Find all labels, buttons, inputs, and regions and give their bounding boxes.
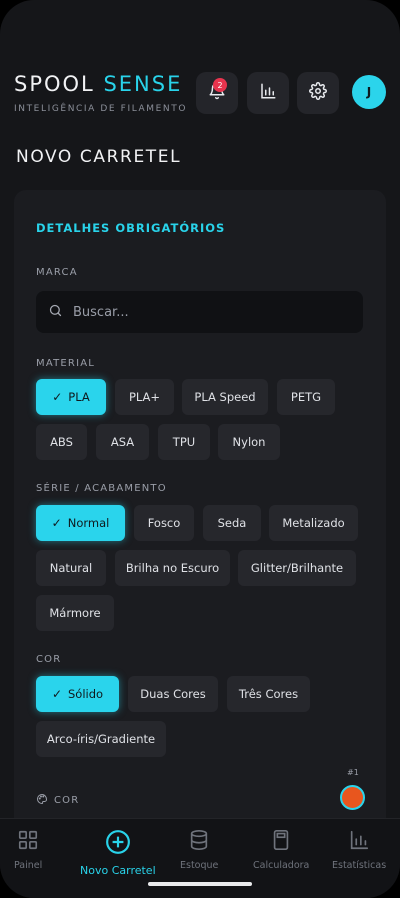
color-type-label: COR [36, 654, 62, 665]
material-chip-nylon[interactable]: Nylon [218, 424, 280, 460]
palette-icon [36, 793, 48, 808]
plus-circle-icon [105, 829, 131, 859]
page-title: NOVO CARRETEL [16, 147, 182, 167]
bar-chart-icon [348, 829, 370, 855]
search-icon [48, 303, 63, 322]
color-swatch[interactable] [340, 785, 365, 810]
database-icon [188, 829, 210, 855]
nav-item-estoque[interactable]: Estoque [180, 829, 218, 871]
nav-item-painel[interactable]: Painel [14, 829, 42, 871]
finish-chip-seda[interactable]: Seda [203, 505, 261, 541]
color-type-chip-arco-iris[interactable]: Arco-íris/Gradiente [36, 721, 166, 757]
check-icon: ✓ [51, 516, 62, 530]
material-chip-abs[interactable]: ABS [36, 424, 87, 460]
stats-button[interactable] [247, 72, 289, 114]
bottom-nav: Painel Novo Carretel Estoque Calculadora… [0, 818, 400, 898]
home-indicator [148, 882, 252, 886]
nav-item-calculadora[interactable]: Calculadora [253, 829, 309, 871]
swatch-number: #1 [347, 768, 359, 777]
notification-badge: 2 [213, 78, 227, 92]
section-title: DETALHES OBRIGATÓRIOS [36, 221, 226, 235]
material-label: MATERIAL [36, 358, 96, 369]
check-icon: ✓ [52, 390, 63, 404]
material-chip-petg[interactable]: PETG [277, 379, 335, 415]
finish-chip-natural[interactable]: Natural [36, 550, 106, 586]
finish-chip-brilha-no-escuro[interactable]: Brilha no Escuro [115, 550, 230, 586]
brand-name-part2: SENSE [103, 72, 183, 96]
brand-name: SPOOL SENSE [14, 72, 187, 96]
calculator-icon [270, 829, 292, 855]
material-chip-asa[interactable]: ASA [96, 424, 149, 460]
material-chip-pla-speed[interactable]: PLA Speed [182, 379, 268, 415]
brand-name-part1: SPOOL [14, 72, 95, 96]
material-chip-pla[interactable]: ✓ PLA [36, 379, 106, 415]
finish-label: SÉRIE / ACABAMENTO [36, 483, 167, 494]
nav-item-novo-carretel[interactable]: Novo Carretel [80, 829, 156, 877]
color-type-chip-tres-cores[interactable]: Três Cores [227, 676, 310, 712]
bar-chart-icon [259, 82, 277, 104]
nav-item-estatisticas[interactable]: Estatísticas [332, 829, 386, 871]
brand-logo: SPOOL SENSE INTELIGÊNCIA DE FILAMENTO [14, 72, 187, 114]
color-picker-label: COR [36, 793, 79, 808]
brand-label: MARCA [36, 267, 78, 278]
finish-chip-marmore[interactable]: Mármore [36, 595, 114, 631]
finish-chip-fosco[interactable]: Fosco [134, 505, 194, 541]
grid-icon [17, 829, 39, 855]
gear-icon [309, 82, 327, 104]
app-screen: SPOOL SENSE INTELIGÊNCIA DE FILAMENTO 2 … [0, 0, 400, 898]
finish-chip-metalizado[interactable]: Metalizado [269, 505, 358, 541]
brand-subtitle: INTELIGÊNCIA DE FILAMENTO [14, 104, 188, 114]
color-type-chip-duas-cores[interactable]: Duas Cores [128, 676, 218, 712]
finish-chip-glitter[interactable]: Glitter/Brilhante [238, 550, 356, 586]
finish-chip-normal[interactable]: ✓ Normal [36, 505, 125, 541]
brand-search-field[interactable] [36, 291, 363, 333]
notifications-button[interactable]: 2 [196, 72, 238, 114]
check-icon: ✓ [51, 687, 62, 701]
avatar[interactable]: J [352, 75, 386, 109]
material-chip-tpu[interactable]: TPU [158, 424, 210, 460]
settings-button[interactable] [297, 72, 339, 114]
material-chip-pla-plus[interactable]: PLA+ [115, 379, 174, 415]
color-type-chip-solido[interactable]: ✓ Sólido [36, 676, 119, 712]
brand-search-input[interactable] [73, 304, 333, 320]
